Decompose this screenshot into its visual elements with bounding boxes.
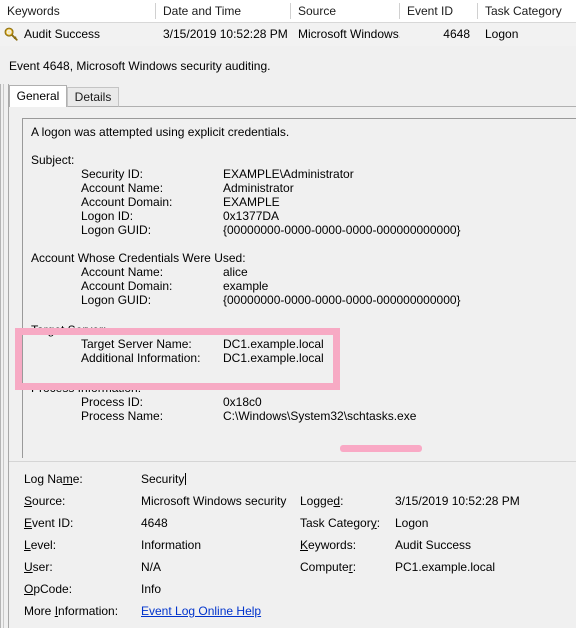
detail-label-more-information: More Information: [24, 604, 119, 618]
detail-label-keywords: Keywords: [300, 538, 357, 552]
cell-source-text: Microsoft Windows... [298, 27, 400, 41]
field-label-process-id: Process ID: [81, 395, 144, 409]
annotation-underline-process-name [340, 445, 422, 452]
detail-value-log-name-text: Security [141, 472, 185, 486]
column-header-keywords-label: Keywords [7, 4, 60, 18]
detail-value-log-name[interactable]: Security [141, 472, 187, 486]
cell-task-category-text: Logon [485, 27, 519, 41]
event-properties-window: Keywords Date and Time Source Event ID T… [0, 0, 576, 628]
field-label-cred-account-name: Account Name: [81, 265, 164, 279]
cell-event-id-text: 4648 [443, 27, 470, 41]
detail-value-source: Microsoft Windows security [141, 494, 287, 508]
field-label-process-name: Process Name: [81, 409, 164, 423]
detail-value-computer: PC1.example.local [395, 560, 496, 574]
field-value-process-name: C:\Windows\System32\schtasks.exe [223, 409, 417, 423]
section-heading-process-information: Process Information: [31, 381, 142, 395]
detail-label-computer: Computer: [300, 560, 357, 574]
detail-label-task-category: Task Category: [300, 516, 381, 530]
detail-value-user: N/A [141, 560, 162, 574]
field-value-additional-information: DC1.example.local [223, 351, 324, 365]
section-heading-subject: Subject: [31, 153, 75, 167]
field-value-security-id: EXAMPLE\Administrator [223, 167, 354, 181]
field-label-cred-account-domain: Account Domain: [81, 279, 173, 293]
field-label-security-id: Security ID: [81, 167, 144, 181]
event-title-bar: Event 4648, Microsoft Windows security a… [0, 46, 576, 84]
detail-value-task-category: Logon [395, 516, 429, 530]
field-label-logon-id: Logon ID: [81, 209, 134, 223]
window-edge [0, 84, 1, 628]
detail-label-user: User: [24, 560, 53, 574]
event-list-header: Keywords Date and Time Source Event ID T… [0, 0, 576, 23]
field-label-logon-guid: Logon GUID: [81, 223, 152, 237]
event-description-pane[interactable]: A logon was attempted using explicit cre… [9, 107, 576, 461]
field-value-cred-account-domain: example [223, 279, 269, 293]
field-value-process-id: 0x18c0 [223, 395, 262, 409]
field-label-account-domain: Account Domain: [81, 195, 173, 209]
column-header-event-id[interactable]: Event ID [400, 0, 478, 22]
column-header-keywords[interactable]: Keywords [0, 0, 156, 22]
field-label-account-name: Account Name: [81, 181, 164, 195]
description-summary: A logon was attempted using explicit cre… [31, 125, 290, 139]
event-description-box: A logon was attempted using explicit cre… [22, 118, 576, 458]
detail-value-level: Information [141, 538, 202, 552]
field-value-account-name: Administrator [223, 181, 294, 195]
column-header-date-and-time-label: Date and Time [163, 4, 242, 18]
column-header-date-and-time[interactable]: Date and Time [156, 0, 291, 22]
tab-details[interactable]: Details [67, 87, 119, 107]
event-log-online-help-link[interactable]: Event Log Online Help [141, 604, 261, 618]
cell-date-and-time: 3/15/2019 10:52:28 PM [156, 23, 291, 46]
detail-value-event-id: 4648 [141, 516, 168, 530]
tab-details-label: Details [74, 90, 112, 104]
field-value-logon-guid: {00000000-0000-0000-0000-000000000000} [223, 223, 461, 237]
detail-label-logged: Logged: [300, 494, 344, 508]
detail-label-level: Level: [24, 538, 57, 552]
section-heading-target-server: Target Server: [31, 323, 107, 337]
column-header-task-category[interactable]: Task Category [478, 0, 576, 22]
cell-source: Microsoft Windows... [291, 23, 400, 46]
tab-strip: General Details [9, 85, 576, 107]
field-label-additional-information: Additional Information: [81, 351, 201, 365]
column-header-event-id-label: Event ID [407, 4, 454, 18]
tab-general-label: General [16, 89, 60, 103]
detail-label-source: Source: [24, 494, 66, 508]
field-label-target-server-name: Target Server Name: [81, 337, 192, 351]
detail-label-log-name: Log Name: [24, 472, 83, 486]
field-value-target-server-name: DC1.example.local [223, 337, 324, 351]
detail-label-opcode: OpCode: [24, 582, 73, 596]
field-value-cred-account-name: alice [223, 265, 248, 279]
detail-value-logged: 3/15/2019 10:52:28 PM [395, 494, 520, 508]
cell-keywords-text: Audit Success [24, 27, 101, 41]
cell-event-id: 4648 [400, 23, 478, 46]
text-cursor [185, 473, 187, 485]
event-details-grid: Log Name: Security Source: Microsoft Win… [9, 462, 576, 628]
field-value-account-domain: EXAMPLE [223, 195, 280, 209]
field-label-cred-logon-guid: Logon GUID: [81, 293, 152, 307]
page-title: Event 4648, Microsoft Windows security a… [9, 59, 271, 73]
field-value-cred-logon-guid: {00000000-0000-0000-0000-000000000000} [223, 293, 461, 307]
field-value-logon-id: 0x1377DA [223, 209, 280, 223]
event-list[interactable]: Keywords Date and Time Source Event ID T… [0, 0, 576, 46]
section-heading-account-credentials-used: Account Whose Credentials Were Used: [31, 251, 246, 265]
detail-value-keywords: Audit Success [395, 538, 472, 552]
detail-label-event-id: Event ID: [24, 516, 74, 530]
cell-date-and-time-text: 3/15/2019 10:52:28 PM [163, 27, 288, 41]
table-row[interactable]: Audit Success 3/15/2019 10:52:28 PM Micr… [0, 23, 576, 46]
cell-keywords: Audit Success [17, 23, 156, 46]
column-header-task-category-label: Task Category [485, 4, 562, 18]
window-edge-inner [3, 84, 4, 628]
column-header-source-label: Source [298, 4, 337, 18]
cell-task-category: Logon [478, 23, 576, 46]
detail-value-opcode: Info [141, 582, 162, 596]
column-header-source[interactable]: Source [291, 0, 400, 22]
tab-general[interactable]: General [9, 85, 67, 107]
